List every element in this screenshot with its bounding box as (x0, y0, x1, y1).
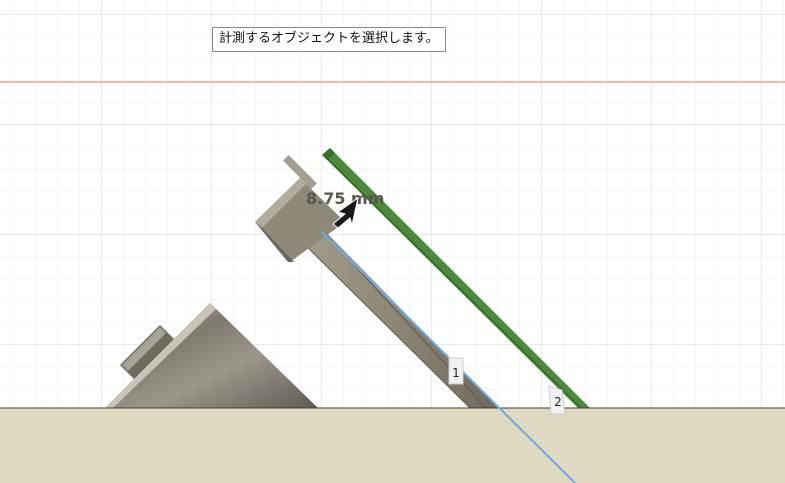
ground-plane (0, 408, 785, 483)
grid-major (0, 0, 785, 408)
measurement-value-label: 8.75 mm (306, 189, 384, 208)
selection-marker-1[interactable]: 1 (448, 357, 464, 385)
canvas-3d-viewport[interactable]: 8.75 mm 1 2 (0, 0, 785, 483)
marker-1-label: 1 (452, 366, 460, 380)
measure-hint-tooltip: 計測するオブジェクトを選択します。 (212, 27, 446, 52)
marker-2-label: 2 (554, 395, 562, 409)
